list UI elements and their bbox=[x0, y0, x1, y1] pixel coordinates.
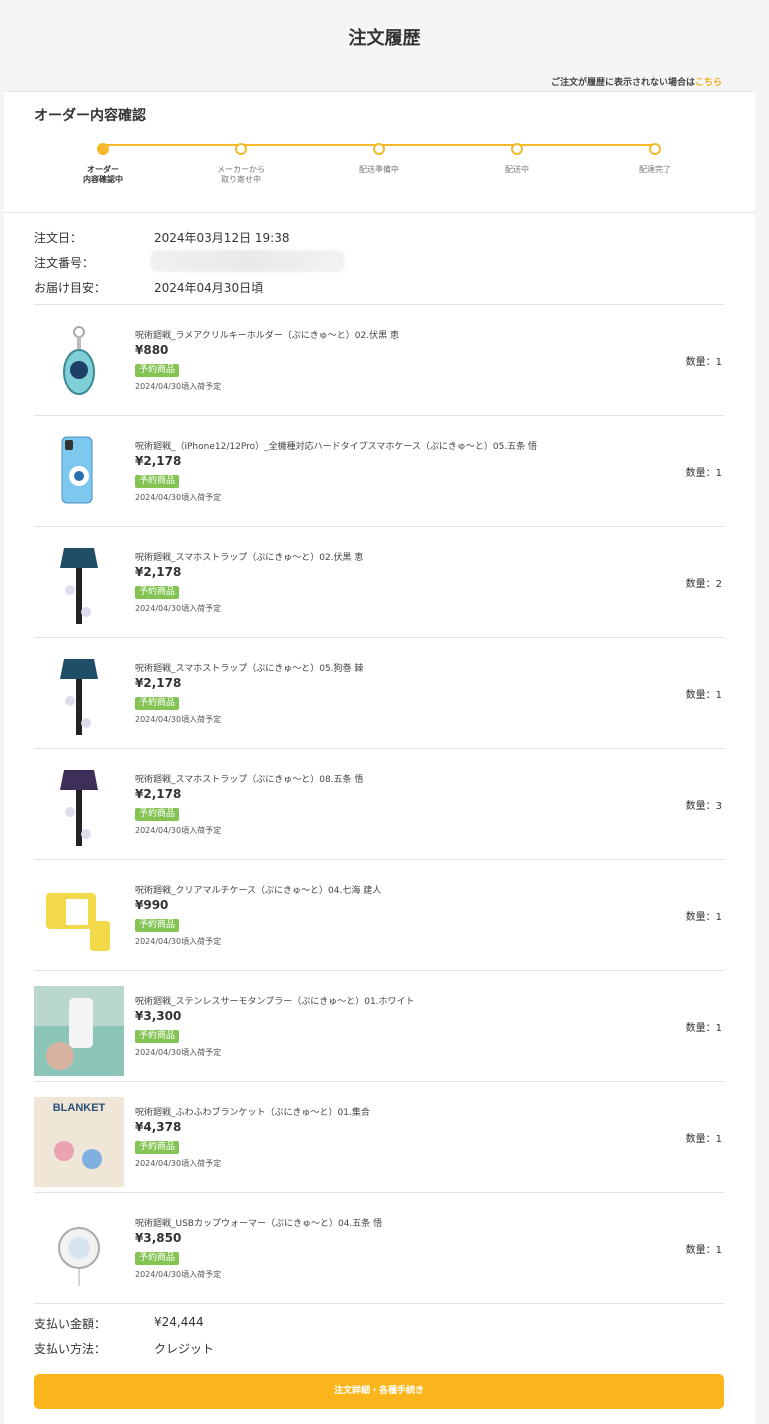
order-item-row[interactable]: 呪術廻戦_USBカップウォーマー（ぷにきゅ〜と）04.五条 悟 ¥3,850 予約商… bbox=[34, 1193, 724, 1304]
preorder-badge: 予約商品 bbox=[135, 919, 180, 932]
product-price: ¥3,300 bbox=[135, 1009, 182, 1023]
arrival-date: 2024/04/30頃入荷予定 bbox=[135, 937, 222, 946]
quantity: 数量：1 bbox=[685, 1134, 722, 1145]
product-price: ¥880 bbox=[135, 343, 169, 357]
quantity: 数量：1 bbox=[685, 357, 722, 368]
preorder-badge: 予約商品 bbox=[135, 475, 180, 488]
arrival-date: 2024/04/30頃入荷予定 bbox=[135, 493, 222, 502]
progress-step-dot bbox=[511, 143, 523, 155]
delivery-estimate-label: お届け目安： bbox=[34, 281, 107, 295]
preorder-badge: 予約商品 bbox=[135, 1252, 180, 1265]
divider bbox=[4, 212, 755, 213]
quantity: 数量：2 bbox=[685, 579, 722, 590]
order-item-row[interactable]: 呪術廻戦_スマホストラップ（ぷにきゅ〜と）02.伏黒 恵 ¥2,178 予約商品 20… bbox=[34, 527, 724, 638]
order-item-row[interactable]: 呪術廻戦_ステンレスサーモタンブラー（ぷにきゅ〜と）01.ホワイト ¥3,300 予… bbox=[34, 971, 724, 1082]
quantity: 数量：1 bbox=[685, 1023, 722, 1034]
payment-total-label: 支払い金額： bbox=[34, 1317, 107, 1331]
order-item-row[interactable]: 呪術廻戦_スマホストラップ（ぷにきゅ〜と）08.五条 悟 ¥2,178 予約商品 20… bbox=[34, 749, 724, 860]
product-price: ¥990 bbox=[135, 898, 169, 912]
quantity: 数量：1 bbox=[685, 912, 722, 923]
arrival-date: 2024/04/30頃入荷予定 bbox=[135, 1048, 222, 1057]
arrival-date: 2024/04/30頃入荷予定 bbox=[135, 715, 222, 724]
arrival-date: 2024/04/30頃入荷予定 bbox=[135, 1159, 222, 1168]
progress-step-dot bbox=[97, 143, 109, 155]
order-date-value: 2024年03月12日 19:38 bbox=[154, 231, 290, 245]
product-name[interactable]: 呪術廻戦_スマホストラップ（ぷにきゅ〜と）08.五条 悟 bbox=[135, 772, 363, 785]
section-title: オーダー内容確認 bbox=[34, 108, 146, 124]
preorder-badge: 予約商品 bbox=[135, 1030, 180, 1043]
page-title: 注文履歴 bbox=[348, 28, 421, 49]
quantity: 数量：1 bbox=[685, 468, 722, 479]
arrival-date: 2024/04/30頃入荷予定 bbox=[135, 604, 222, 613]
missing-order-hint: ご注文が履歴に表示されない場合はこちら bbox=[551, 75, 722, 88]
product-thumbnail[interactable] bbox=[34, 986, 124, 1076]
arrival-date: 2024/04/30頃入荷予定 bbox=[135, 826, 222, 835]
progress-step-dot bbox=[649, 143, 661, 155]
progress-step-label: 配送準備中 bbox=[359, 165, 399, 174]
payment-method-label: 支払い方法： bbox=[34, 1342, 107, 1356]
payment-total-value: ¥24,444 bbox=[154, 1315, 204, 1329]
product-thumbnail[interactable] bbox=[34, 542, 124, 632]
quantity: 数量：1 bbox=[685, 690, 722, 701]
product-price: ¥4,378 bbox=[135, 1120, 182, 1134]
hint-link[interactable]: こちら bbox=[695, 78, 722, 88]
product-name[interactable]: 呪術廻戦_USBカップウォーマー（ぷにきゅ〜と）04.五条 悟 bbox=[135, 1216, 382, 1229]
hint-text: ご注文が履歴に表示されない場合は bbox=[550, 78, 695, 88]
order-item-row[interactable]: 呪術廻戦_クリアマルチケース（ぷにきゅ〜と）04.七海 建人 ¥990 予約商品 20… bbox=[34, 860, 724, 971]
order-number-label: 注文番号： bbox=[34, 256, 95, 270]
progress-step-dot bbox=[373, 143, 385, 155]
product-price: ¥2,178 bbox=[135, 787, 182, 801]
preorder-badge: 予約商品 bbox=[135, 586, 180, 599]
product-price: ¥2,178 bbox=[135, 676, 182, 690]
quantity: 数量：1 bbox=[685, 1245, 722, 1256]
progress-step-label: 配達完了 bbox=[639, 165, 671, 174]
order-item-row[interactable]: 呪術廻戦_ラメアクリルキーホルダー（ぷにきゅ〜と）02.伏黒 恵 ¥880 予約商品… bbox=[34, 305, 724, 416]
arrival-date: 2024/04/30頃入荷予定 bbox=[135, 1270, 222, 1279]
order-details-button[interactable]: 注文詳細・各種手続き bbox=[34, 1374, 724, 1409]
progress-step-label: 配送中 bbox=[505, 165, 529, 174]
preorder-badge: 予約商品 bbox=[135, 697, 180, 710]
product-price: ¥2,178 bbox=[135, 454, 182, 468]
product-name[interactable]: 呪術廻戦_スマホストラップ（ぷにきゅ〜と）02.伏黒 恵 bbox=[135, 550, 363, 563]
product-name[interactable]: 呪術廻戦_ふわふわブランケット（ぷにきゅ〜と）01.集合 bbox=[135, 1105, 370, 1118]
order-card: オーダー内容確認 オーダー 内容確認中 メーカーから 取り寄せ中 配送準備中 配送中 配… bbox=[4, 91, 755, 1424]
order-item-row[interactable]: 呪術廻戦_スマホストラップ（ぷにきゅ〜と）05.狗巻 棘 ¥2,178 予約商品 20… bbox=[34, 638, 724, 749]
product-thumbnail[interactable] bbox=[34, 1208, 124, 1298]
order-item-row[interactable]: 呪術廻戦_（iPhone12/12Pro）_全機種対応ハードタイプスマホケース（… bbox=[34, 416, 724, 527]
order-item-row[interactable]: BLANKET 呪術廻戦_ふわふわブランケット（ぷにきゅ〜と）01.集合 ¥4,37… bbox=[34, 1082, 724, 1193]
product-thumbnail[interactable] bbox=[34, 875, 124, 965]
product-thumbnail[interactable] bbox=[34, 764, 124, 854]
product-price: ¥3,850 bbox=[135, 1231, 182, 1245]
product-name[interactable]: 呪術廻戦_スマホストラップ（ぷにきゅ〜と）05.狗巻 棘 bbox=[135, 661, 363, 674]
quantity: 数量：3 bbox=[685, 801, 722, 812]
preorder-badge: 予約商品 bbox=[135, 1141, 180, 1154]
product-name[interactable]: 呪術廻戦_クリアマルチケース（ぷにきゅ〜と）04.七海 建人 bbox=[135, 883, 381, 896]
product-price: ¥2,178 bbox=[135, 565, 182, 579]
product-thumbnail[interactable]: BLANKET bbox=[34, 1097, 124, 1187]
arrival-date: 2024/04/30頃入荷予定 bbox=[135, 382, 222, 391]
order-date-label: 注文日： bbox=[34, 231, 83, 245]
progress-step-label: メーカーから 取り寄せ中 bbox=[217, 165, 265, 184]
preorder-badge: 予約商品 bbox=[135, 808, 180, 821]
preorder-badge: 予約商品 bbox=[135, 364, 180, 377]
payment-method-value: クレジット bbox=[154, 1342, 215, 1356]
product-name[interactable]: 呪術廻戦_ステンレスサーモタンブラー（ぷにきゅ〜と）01.ホワイト bbox=[135, 994, 415, 1007]
order-number-redacted bbox=[150, 250, 345, 272]
progress-step-label: オーダー 内容確認中 bbox=[83, 165, 123, 184]
product-thumbnail[interactable] bbox=[34, 320, 124, 410]
progress-step-dot bbox=[235, 143, 247, 155]
delivery-estimate-value: 2024年04月30日頃 bbox=[154, 281, 264, 295]
svg-text:BLANKET: BLANKET bbox=[53, 1102, 106, 1114]
product-thumbnail[interactable] bbox=[34, 653, 124, 743]
product-name[interactable]: 呪術廻戦_（iPhone12/12Pro）_全機種対応ハードタイプスマホケース（… bbox=[135, 439, 537, 452]
product-thumbnail[interactable] bbox=[34, 431, 124, 521]
product-name[interactable]: 呪術廻戦_ラメアクリルキーホルダー（ぷにきゅ〜と）02.伏黒 恵 bbox=[135, 328, 399, 341]
